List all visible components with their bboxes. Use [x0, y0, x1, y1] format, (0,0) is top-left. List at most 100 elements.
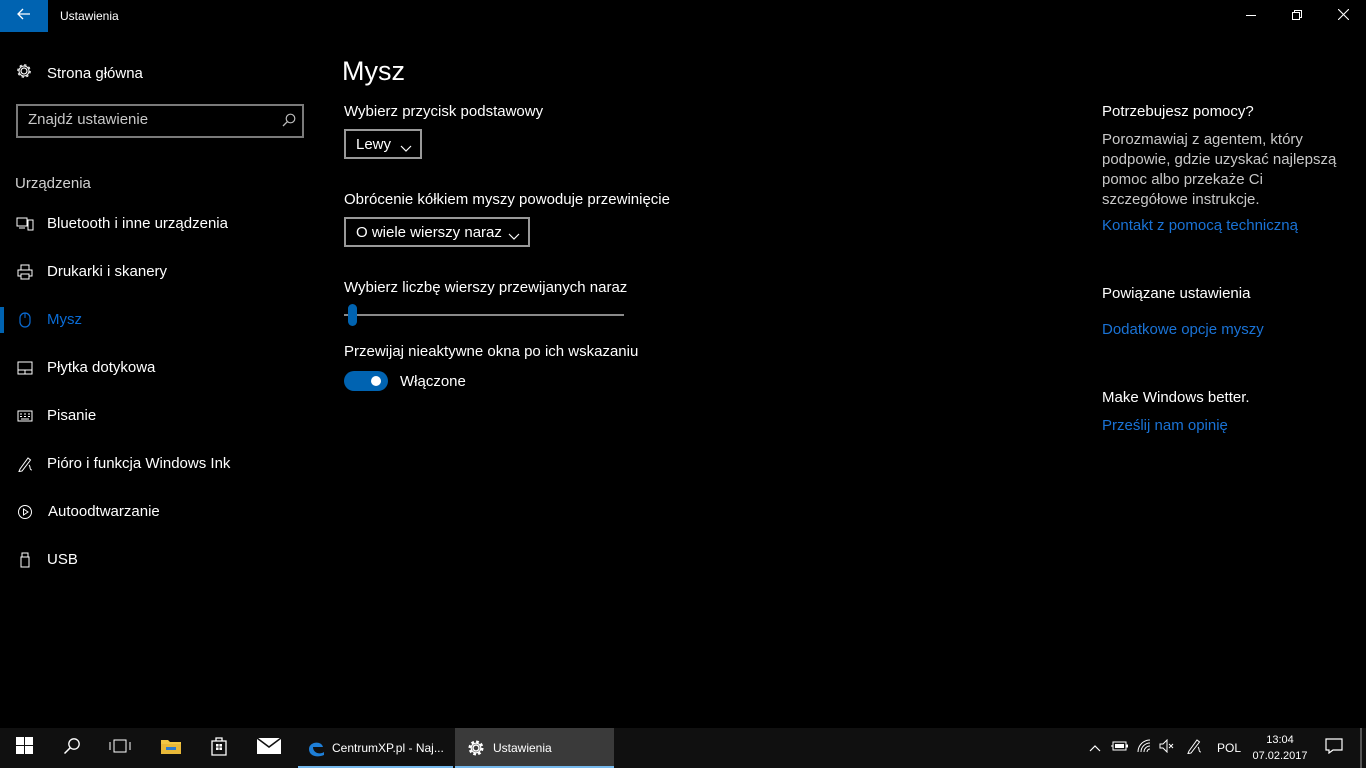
close-icon — [1337, 7, 1349, 25]
edge-icon — [306, 738, 326, 761]
network-tray-button[interactable] — [1134, 728, 1156, 768]
sidebar-item-label: Bluetooth i inne urządzenia — [47, 215, 228, 232]
sidebar-item-label: Płytka dotykowa — [47, 359, 156, 376]
mail-button[interactable] — [245, 728, 293, 768]
title-bar: Ustawienia — [0, 0, 1366, 32]
windows-logo-icon — [15, 737, 33, 759]
sidebar-item-usb[interactable]: USB — [0, 540, 320, 580]
dropdown-value: O wiele wierszy naraz — [356, 223, 502, 241]
sidebar-item-bluetooth[interactable]: Bluetooth i inne urządzenia — [0, 204, 320, 244]
taskbar-clock[interactable]: 13:04 07.02.2017 — [1246, 732, 1314, 764]
search-icon[interactable] — [282, 113, 296, 132]
store-button[interactable] — [195, 728, 243, 768]
minimize-icon — [1246, 7, 1256, 25]
chevron-up-icon — [1089, 739, 1101, 757]
restore-button[interactable] — [1274, 0, 1320, 32]
back-arrow-icon — [17, 7, 31, 25]
related-settings-heading: Powiązane ustawienia — [1102, 285, 1251, 302]
folder-icon — [160, 737, 182, 760]
windows-ink-tray-button[interactable] — [1182, 728, 1206, 768]
dropdown-value: Lewy — [356, 135, 392, 153]
restore-icon — [1292, 7, 1302, 25]
sidebar-item-label: Autoodtwarzanie — [48, 503, 160, 520]
clock-date: 07.02.2017 — [1252, 750, 1308, 762]
sidebar-item-autoplay[interactable]: Autoodtwarzanie — [0, 492, 320, 532]
mail-icon — [256, 736, 282, 759]
contact-support-link[interactable]: Kontakt z pomocą techniczną — [1102, 217, 1298, 234]
page-title: Mysz — [342, 56, 405, 86]
primary-button-label: Wybierz przycisk podstawowy — [344, 103, 544, 120]
feedback-heading: Make Windows better. — [1102, 389, 1250, 406]
search-input[interactable] — [28, 111, 268, 128]
feedback-link[interactable]: Prześlij nam opinię — [1102, 417, 1228, 434]
search-icon — [63, 737, 81, 760]
volume-tray-button[interactable] — [1156, 728, 1178, 768]
home-link[interactable]: Strona główna — [15, 60, 143, 86]
lines-slider-track[interactable] — [344, 314, 624, 316]
help-text: Porozmawiaj z agentem, który podpowie, g… — [1102, 131, 1337, 208]
home-label: Strona główna — [47, 64, 143, 82]
sidebar-item-printers[interactable]: Drukarki i skanery — [0, 252, 320, 292]
gear-icon — [15, 62, 47, 84]
sidebar-item-typing[interactable]: Pisanie — [0, 396, 320, 436]
sidebar-item-label: Drukarki i skanery — [47, 263, 168, 280]
pen-icon — [1186, 738, 1202, 759]
inactive-scroll-toggle[interactable] — [344, 371, 388, 391]
taskbar-app-label: CentrumXP.pl - Naj... — [332, 741, 444, 755]
toggle-knob — [371, 376, 381, 386]
lines-slider-thumb[interactable] — [348, 304, 357, 326]
minimize-button[interactable] — [1228, 0, 1274, 32]
task-view-icon — [109, 739, 131, 758]
primary-button-dropdown[interactable]: Lewy — [344, 129, 422, 159]
show-hidden-icons-button[interactable] — [1084, 728, 1106, 768]
sidebar-item-mouse[interactable]: Mysz — [0, 300, 320, 340]
file-explorer-button[interactable] — [147, 728, 195, 768]
settings-icon — [467, 739, 485, 760]
window-title: Ustawienia — [60, 9, 119, 23]
chevron-down-icon — [508, 228, 520, 245]
chevron-down-icon — [400, 140, 412, 157]
wifi-icon — [1137, 739, 1153, 758]
sidebar-item-pen[interactable]: Pióro i funkcja Windows Ink — [0, 444, 320, 484]
printer-icon — [16, 264, 34, 280]
input-language-button[interactable]: POL — [1212, 728, 1246, 768]
back-button[interactable] — [0, 0, 48, 32]
autoplay-icon — [16, 504, 34, 520]
keyboard-icon — [16, 408, 34, 424]
task-view-button[interactable] — [96, 728, 144, 768]
show-desktop-button[interactable] — [1360, 728, 1362, 768]
notification-icon — [1325, 737, 1343, 759]
sidebar-item-label: Pióro i funkcja Windows Ink — [47, 455, 231, 472]
additional-mouse-options-link[interactable]: Dodatkowe opcje myszy — [1102, 321, 1264, 338]
sidebar-item-label: USB — [47, 551, 78, 568]
touchpad-icon — [16, 360, 34, 376]
action-center-button[interactable] — [1322, 728, 1346, 768]
section-heading: Urządzenia — [15, 175, 91, 192]
bluetooth-devices-icon — [16, 216, 34, 232]
start-button[interactable] — [0, 728, 48, 768]
sidebar-item-touchpad[interactable]: Płytka dotykowa — [0, 348, 320, 388]
sidebar-item-label: Pisanie — [47, 407, 97, 424]
help-heading: Potrzebujesz pomocy? — [1102, 103, 1254, 120]
selection-indicator — [0, 307, 4, 333]
speaker-muted-icon — [1159, 738, 1175, 758]
scroll-label: Obrócenie kółkiem myszy powoduje przewin… — [344, 191, 670, 208]
inactive-scroll-label: Przewijaj nieaktywne okna po ich wskazan… — [344, 343, 639, 360]
lines-label: Wybierz liczbę wierszy przewijanych nara… — [344, 279, 628, 296]
taskbar-app-label: Ustawienia — [493, 741, 552, 755]
sidebar-item-label: Mysz — [47, 311, 82, 328]
close-button[interactable] — [1320, 0, 1366, 32]
pen-icon — [16, 456, 34, 472]
search-button[interactable] — [48, 728, 96, 768]
taskbar-app-edge[interactable]: CentrumXP.pl - Naj... — [298, 728, 453, 768]
taskbar-app-settings[interactable]: Ustawienia — [455, 728, 614, 768]
search-box[interactable] — [16, 104, 304, 138]
scroll-amount-dropdown[interactable]: O wiele wierszy naraz — [344, 217, 530, 247]
battery-icon — [1111, 739, 1129, 757]
store-icon — [209, 736, 229, 761]
mouse-icon — [16, 312, 34, 328]
battery-tray-button[interactable] — [1108, 728, 1132, 768]
usb-icon — [16, 552, 34, 568]
clock-time: 13:04 — [1266, 734, 1294, 746]
toggle-state-label: Włączone — [400, 373, 466, 390]
